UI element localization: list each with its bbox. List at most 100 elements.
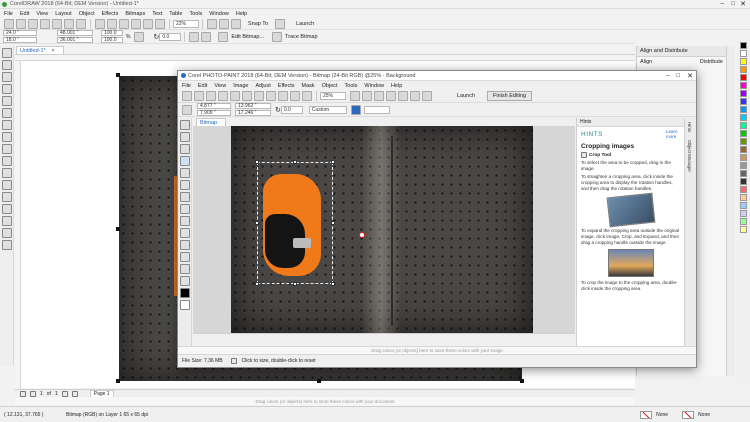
palette-swatch[interactable] <box>740 194 747 201</box>
paint-save-icon[interactable] <box>206 91 216 101</box>
rectangle-tool-icon[interactable] <box>1 120 12 130</box>
learn-more-link[interactable]: Learn more <box>666 129 680 139</box>
paint-menu-effects[interactable]: Effects <box>278 83 295 89</box>
previous-page-icon[interactable] <box>30 390 36 397</box>
paint-brush-icon[interactable] <box>179 192 190 202</box>
paint-lens-icon[interactable] <box>410 91 420 101</box>
paint-bg-color-swatch[interactable] <box>179 300 190 310</box>
finish-editing-button[interactable]: Finish Editing <box>487 91 533 101</box>
edit-bitmap-button[interactable]: Edit Bitmap... <box>231 34 264 40</box>
paint-print-icon[interactable] <box>218 91 228 101</box>
paint-eyedropper-icon[interactable] <box>179 180 190 190</box>
paint-zoom-tool-icon[interactable] <box>179 168 190 178</box>
search-icon[interactable] <box>119 18 129 29</box>
paint-menu-image[interactable]: Image <box>233 83 248 89</box>
palette-swatch[interactable] <box>740 178 747 185</box>
crop-handle[interactable] <box>331 282 335 286</box>
first-page-icon[interactable] <box>20 390 26 397</box>
paint-cut-icon[interactable] <box>230 91 240 101</box>
palette-swatch[interactable] <box>740 210 747 217</box>
crop-handle[interactable] <box>255 282 259 286</box>
mirror-horizontal-icon[interactable] <box>189 31 200 42</box>
menu-layout[interactable]: Layout <box>55 11 72 17</box>
paint-menu-window[interactable]: Window <box>364 83 384 89</box>
selection-handle[interactable] <box>317 379 321 383</box>
crop-handle[interactable] <box>331 160 335 164</box>
redo-icon[interactable] <box>107 18 117 29</box>
polygon-tool-icon[interactable] <box>1 144 12 154</box>
paint-mask-marquee-icon[interactable] <box>386 91 396 101</box>
paint-maximize-button[interactable]: □ <box>677 73 681 79</box>
crop-ratio-select[interactable]: Custom <box>308 105 347 114</box>
print-icon[interactable] <box>40 18 50 29</box>
paint-canvas[interactable] <box>193 126 575 340</box>
paint-mask-icon[interactable] <box>374 91 384 101</box>
crop-width-field[interactable]: 13.962 " <box>235 103 271 109</box>
selection-handle[interactable] <box>116 227 120 231</box>
palette-swatch[interactable] <box>740 58 747 65</box>
paint-copy-icon[interactable] <box>242 91 252 101</box>
close-button[interactable]: ✕ <box>740 0 746 8</box>
crop-handle[interactable] <box>255 221 259 225</box>
side-tab-hints[interactable]: Hints <box>685 118 694 136</box>
trace-bitmap-button[interactable]: Trace Bitmap <box>285 34 318 40</box>
copy-icon[interactable] <box>64 18 74 29</box>
paint-clone-tool-icon[interactable] <box>179 240 190 250</box>
export-icon[interactable] <box>143 18 153 29</box>
paint-paste-icon[interactable] <box>254 91 264 101</box>
launch-dropdown[interactable]: Launch <box>296 21 314 27</box>
lock-ratio-icon[interactable] <box>134 31 145 42</box>
paint-export-icon[interactable] <box>302 91 312 101</box>
menu-object[interactable]: Object <box>79 11 95 17</box>
last-page-icon[interactable] <box>71 390 78 397</box>
paint-options-gear-icon[interactable] <box>422 91 432 101</box>
palette-swatch[interactable] <box>740 170 747 177</box>
new-icon[interactable] <box>4 18 14 29</box>
maximize-button[interactable]: □ <box>731 1 735 7</box>
paint-document-tab[interactable]: Bitmap <box>196 118 226 126</box>
open-icon[interactable] <box>16 18 26 29</box>
paint-crop-tool-icon[interactable] <box>179 156 190 166</box>
paint-menu-tools[interactable]: Tools <box>345 83 358 89</box>
rulers-icon[interactable] <box>219 18 229 29</box>
palette-swatch[interactable] <box>740 82 747 89</box>
document-color-tray[interactable]: Drag colors (or objects) here to store t… <box>15 397 635 405</box>
paint-zoom-select[interactable]: 25% <box>320 92 346 100</box>
side-tab-object-manager[interactable]: Object Manager <box>685 136 694 176</box>
paint-minimize-button[interactable]: – <box>666 73 669 79</box>
palette-swatch[interactable] <box>740 202 747 209</box>
paint-menu-file[interactable]: File <box>182 83 191 89</box>
paint-fg-color-swatch[interactable] <box>179 288 190 298</box>
palette-swatch[interactable] <box>740 130 747 137</box>
full-screen-icon[interactable] <box>207 18 217 29</box>
crop-angle-field[interactable]: 0.0 <box>280 105 303 114</box>
paint-redo-icon[interactable] <box>278 91 288 101</box>
paint-menu-edit[interactable]: Edit <box>198 83 207 89</box>
paint-text-tool-icon[interactable] <box>179 204 190 214</box>
palette-swatch[interactable] <box>740 42 747 49</box>
height-field[interactable]: 36.001 " <box>57 37 93 43</box>
mirror-vertical-icon[interactable] <box>201 31 212 42</box>
paint-new-icon[interactable] <box>182 91 192 101</box>
menu-bitmaps[interactable]: Bitmaps <box>125 11 145 17</box>
crop-x-field[interactable]: 4.877 " <box>197 103 231 109</box>
next-page-icon[interactable] <box>61 390 68 397</box>
paint-undo-icon[interactable] <box>266 91 276 101</box>
menu-effects[interactable]: Effects <box>102 11 119 17</box>
paint-actual-size-icon[interactable] <box>362 91 372 101</box>
interactive-fill-icon[interactable] <box>1 228 12 238</box>
connector-tool-icon[interactable] <box>1 180 12 190</box>
palette-swatch[interactable] <box>740 138 747 145</box>
selection-handle[interactable] <box>520 379 524 383</box>
options-gear-icon[interactable] <box>275 18 286 29</box>
document-tab[interactable]: Untitled-1* × <box>16 46 64 54</box>
paint-menu-mask[interactable]: Mask <box>302 83 315 89</box>
position-y-field[interactable]: 18.0 " <box>3 37 37 43</box>
ellipse-tool-icon[interactable] <box>1 132 12 142</box>
scale-x-field[interactable]: 100.0 <box>101 30 123 36</box>
paint-menu-help[interactable]: Help <box>391 83 402 89</box>
palette-swatch[interactable] <box>740 122 747 129</box>
edit-bitmap-icon[interactable] <box>218 31 229 42</box>
paint-color-tray[interactable]: Drag colors (or objects) here to store t… <box>178 346 696 354</box>
palette-swatch[interactable] <box>740 146 747 153</box>
